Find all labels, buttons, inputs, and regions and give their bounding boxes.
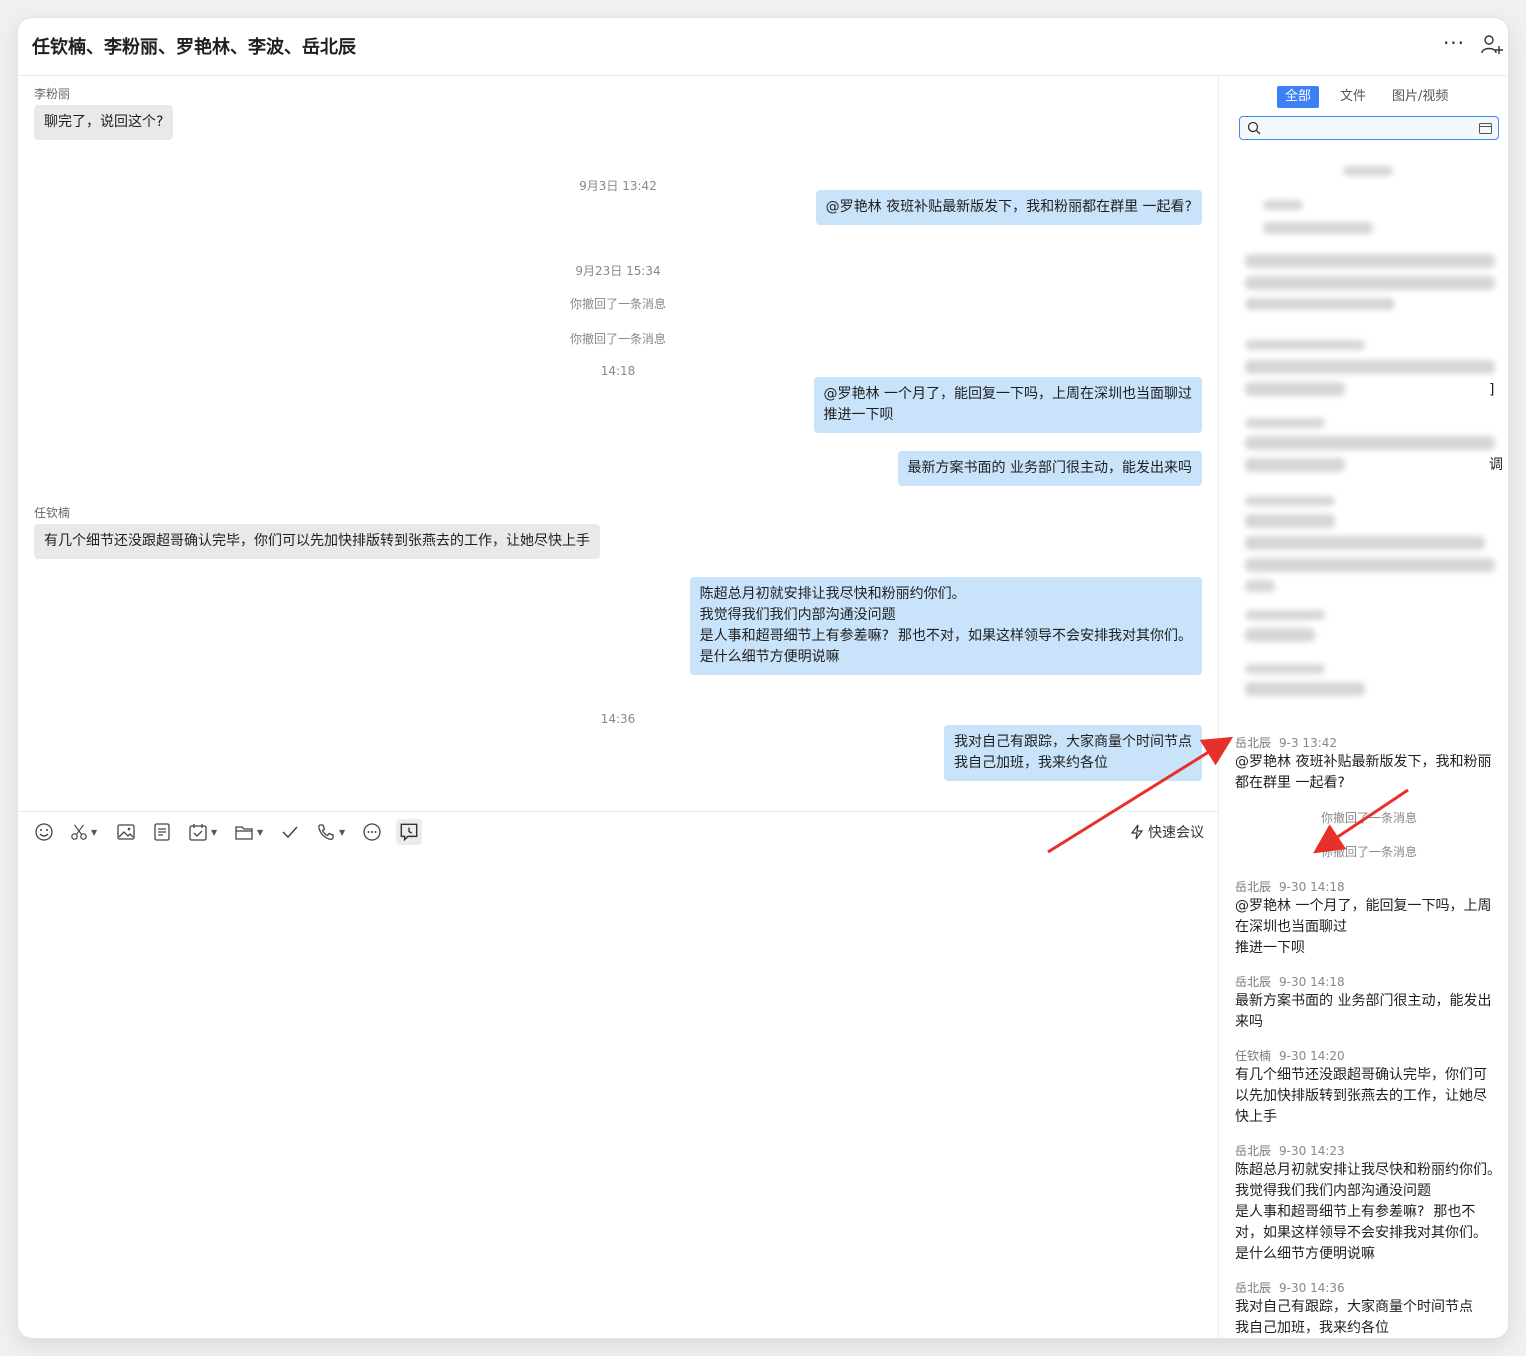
timestamp: 14:36 <box>600 712 636 726</box>
outgoing-message[interactable]: 陈超总月初就安排让我尽快和粉丽约你们。 我觉得我们我们内部沟通没问题 是人事和超… <box>689 577 1202 675</box>
history-message[interactable]: 最新方案书面的 业务部门很主动，能发出 来吗 <box>1235 991 1507 1033</box>
lightning-icon <box>1130 824 1144 840</box>
chevron-down-icon: ▼ <box>211 827 218 837</box>
sender-name: 任钦楠 <box>34 506 71 520</box>
chevron-down-icon: ▼ <box>339 827 346 837</box>
history-meta: 岳北辰 9-30 14:23 <box>1235 1144 1345 1158</box>
message-list[interactable]: 李粉丽 聊完了，说回这个? 9月3日 13:42 @罗艳林 夜班补贴最新版发下，… <box>18 76 1218 811</box>
add-user-icon <box>1481 35 1503 54</box>
outgoing-message[interactable]: @罗艳林 一个月了，能回复一下吗，上周在深圳也当面聊过 推进一下呗 <box>813 377 1202 433</box>
recall-notice: 你撤回了一条消息 <box>1320 845 1417 859</box>
schedule-button[interactable]: ▼ <box>188 821 217 843</box>
truncated-char: ] <box>1489 382 1495 398</box>
more-circle-icon <box>363 823 381 841</box>
history-message[interactable]: 有几个细节还没跟超哥确认完毕，你们可 以先加快排版转到张燕去的工作，让她尽 快上… <box>1235 1065 1507 1128</box>
checkmark-icon <box>282 826 298 839</box>
phone-icon <box>318 824 334 840</box>
history-message[interactable]: @罗艳林 一个月了，能回复一下吗，上周 在深圳也当面聊过 推进一下呗 <box>1235 896 1507 959</box>
document-button[interactable] <box>152 821 172 843</box>
truncated-char: 调 <box>1489 457 1503 473</box>
calendar-icon[interactable] <box>1479 122 1492 134</box>
history-meta: 岳北辰 9-30 14:18 <box>1235 975 1345 989</box>
recall-notice: 你撤回了一条消息 <box>569 332 666 346</box>
history-meta: 岳北辰 9-30 14:18 <box>1235 880 1345 894</box>
emoji-icon <box>35 823 53 841</box>
chevron-down-icon: ▼ <box>257 827 264 837</box>
history-button[interactable] <box>396 819 422 845</box>
blurred-history <box>1233 160 1503 700</box>
history-message[interactable]: 陈超总月初就安排让我尽快和粉丽约你们。 我觉得我们我们内部沟通没问题 是人事和超… <box>1235 1160 1507 1265</box>
chat-history-panel: 全部 文件 图片/视频] 调 岳北辰 9-3 13:42 @罗艳林 夜班补贴最… <box>1218 76 1508 1338</box>
sender-name: 李粉丽 <box>34 87 71 101</box>
call-button[interactable]: ▼ <box>316 821 345 843</box>
screenshot-button[interactable]: ▼ <box>70 821 97 843</box>
quick-meeting-button[interactable]: 快速会议 <box>1130 822 1204 842</box>
add-user-button[interactable] <box>1480 32 1504 58</box>
outgoing-message[interactable]: 我对自己有跟踪，大家商量个时间节点 我自己加班，我来约各位 <box>944 725 1202 781</box>
emoji-button[interactable] <box>34 821 54 843</box>
more-button[interactable]: ··· <box>1442 32 1466 56</box>
outgoing-message[interactable]: @罗艳林 夜班补贴最新版发下，我和粉丽都在群里 一起看? <box>815 190 1202 225</box>
tab-all[interactable]: 全部 <box>1277 86 1320 108</box>
tab-images-videos[interactable]: 图片/视频 <box>1392 86 1448 108</box>
history-meta: 岳北辰 9-3 13:42 <box>1235 736 1338 750</box>
title-bar: 任钦楠、李粉丽、罗艳林、李波、岳北辰 ··· <box>18 18 1508 76</box>
folder-icon <box>235 826 253 840</box>
search-icon <box>1247 121 1261 135</box>
group-title: 任钦楠、李粉丽、罗艳林、李波、岳北辰 <box>32 37 356 58</box>
history-icon <box>400 823 418 842</box>
image-button[interactable] <box>116 821 136 843</box>
history-tabs: 全部 文件 图片/视频 <box>1219 86 1508 110</box>
history-meta: 岳北辰 9-30 14:36 <box>1235 1281 1345 1295</box>
scissors-icon <box>71 824 87 840</box>
message-input-area[interactable] <box>18 858 1218 1338</box>
timestamp: 9月23日 15:34 <box>575 264 661 278</box>
incoming-message[interactable]: 有几个细节还没跟超哥确认完毕，你们可以先加快排版转到张燕去的工作，让她尽快上手 <box>34 524 600 559</box>
incoming-message[interactable]: 聊完了，说回这个? <box>34 105 174 140</box>
document-icon <box>154 823 170 841</box>
quick-meeting-label: 快速会议 <box>1148 825 1204 841</box>
outgoing-message[interactable]: 最新方案书面的 业务部门很主动，能发出来吗 <box>897 451 1202 486</box>
chat-window: 任钦楠、李粉丽、罗艳林、李波、岳北辰 ··· 李粉丽 聊完了，说回这个? 9月3… <box>18 18 1508 1338</box>
history-meta: 任钦楠 9-30 14:20 <box>1235 1049 1345 1063</box>
folder-button[interactable]: ▼ <box>234 821 263 843</box>
chevron-down-icon: ▼ <box>91 827 98 837</box>
history-search-box[interactable] <box>1239 116 1499 140</box>
timestamp: 14:18 <box>600 364 636 378</box>
calendar-check-icon <box>189 824 207 841</box>
more-tools-button[interactable] <box>362 821 382 843</box>
recall-notice: 你撤回了一条消息 <box>569 297 666 311</box>
toolbar-divider <box>18 811 1218 812</box>
history-message[interactable]: @罗艳林 夜班补贴最新版发下，我和粉丽 都在群里 一起看? <box>1235 752 1507 794</box>
history-message[interactable]: 我对自己有跟踪，大家商量个时间节点 我自己加班，我来约各位 <box>1235 1297 1507 1338</box>
history-search-input[interactable] <box>1266 119 1466 137</box>
recall-notice: 你撤回了一条消息 <box>1320 811 1417 825</box>
image-icon <box>117 824 135 840</box>
task-button[interactable] <box>280 821 300 843</box>
tab-files[interactable]: 文件 <box>1340 86 1366 108</box>
